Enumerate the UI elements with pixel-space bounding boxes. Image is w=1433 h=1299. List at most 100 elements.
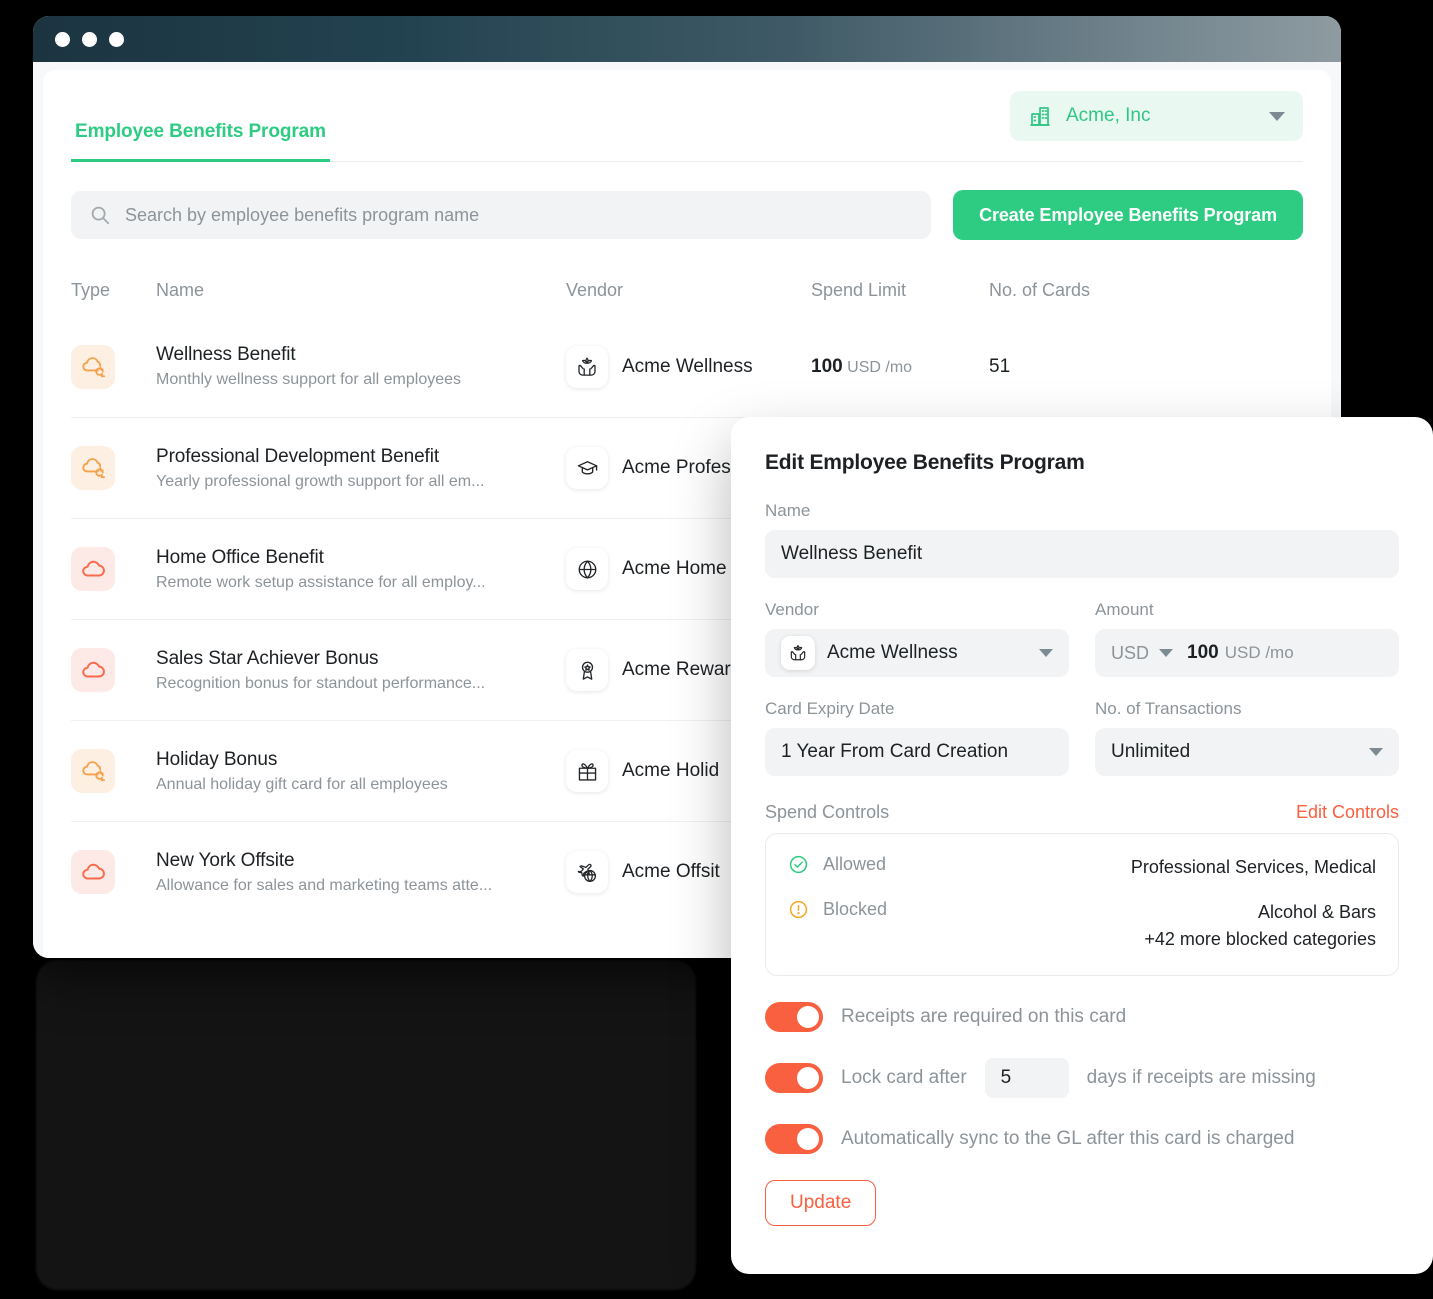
graduation-cap-icon <box>566 447 608 489</box>
org-selector[interactable]: Acme, Inc <box>1010 91 1303 141</box>
cloud-icon <box>71 547 115 591</box>
cloud-icon <box>71 850 115 894</box>
chevron-down-icon <box>1269 111 1285 121</box>
vendor-field-group: Vendor Acme Wellness <box>765 600 1069 677</box>
edit-employee-benefits-program-dialog: Edit Employee Benefits Program Name Well… <box>731 417 1433 1274</box>
search-input[interactable]: Search by employee benefits program name <box>71 191 932 239</box>
row-spend-amount: 100 <box>811 355 843 377</box>
card-expiry-input[interactable]: 1 Year From Card Creation <box>765 728 1069 776</box>
row-name: Holiday Bonus <box>156 748 278 770</box>
receipts-required-toggle[interactable] <box>765 1002 823 1032</box>
search-icon <box>89 204 111 226</box>
lock-card-row: Lock card after 5 days if receipts are m… <box>765 1058 1399 1098</box>
tab-bar: Employee Benefits Program Acme, Inc <box>71 70 1303 162</box>
row-type-cell <box>71 344 156 389</box>
globe-icon <box>566 548 608 590</box>
building-icon <box>1028 104 1052 128</box>
row-spend-unit: USD /mo <box>847 358 913 376</box>
lock-days-input[interactable]: 5 <box>984 1058 1069 1098</box>
chevron-down-icon <box>1369 748 1383 756</box>
row-type-cell <box>71 850 156 894</box>
row-name-cell: Holiday Bonus Annual holiday gift card f… <box>156 749 566 794</box>
allowed-value: Professional Services, Medical <box>1130 857 1376 877</box>
auto-sync-gl-row: Automatically sync to the GL after this … <box>765 1124 1399 1154</box>
minimize-icon[interactable] <box>82 31 97 47</box>
receipts-required-row: Receipts are required on this card <box>765 1002 1399 1032</box>
row-vendor-name: Acme Holid <box>622 760 720 781</box>
name-input[interactable]: Wellness Benefit <box>765 530 1399 578</box>
row-name-cell: New York Offsite Allowance for sales and… <box>156 850 566 895</box>
no-of-transactions-select[interactable]: Unlimited <box>1095 728 1399 776</box>
search-placeholder: Search by employee benefits program name <box>125 204 480 225</box>
row-type-cell <box>71 648 156 692</box>
blocked-label: Blocked <box>823 899 888 919</box>
update-button[interactable]: Update <box>765 1180 877 1226</box>
receipts-required-label: Receipts are required on this card <box>841 1006 1127 1027</box>
org-selector-label: Acme, Inc <box>1066 105 1151 126</box>
transactions-field-group: No. of Transactions Unlimited <box>1095 699 1399 776</box>
column-header-no-of-cards: No. of Cards <box>989 279 1091 300</box>
window-drop-shadow <box>36 960 696 1290</box>
name-field-group: Name Wellness Benefit <box>765 501 1399 578</box>
edit-controls-link[interactable]: Edit Controls <box>1296 802 1399 823</box>
allowed-row: Allowed Professional Services, Medical <box>788 854 1376 881</box>
card-expiry-field-group: Card Expiry Date 1 Year From Card Creati… <box>765 699 1069 776</box>
row-cards-count: 51 <box>989 355 1011 377</box>
amount-input[interactable]: USD 100 USD /mo <box>1095 629 1399 677</box>
row-spend-limit-cell: 100 USD /mo <box>811 356 989 378</box>
table-row[interactable]: Wellness Benefit Monthly wellness suppor… <box>71 316 1303 417</box>
row-name: New York Offsite <box>156 849 295 871</box>
row-description: Annual holiday gift card for all employe… <box>156 775 448 793</box>
row-description: Allowance for sales and marketing teams … <box>156 876 493 894</box>
no-of-transactions-value: Unlimited <box>1111 741 1191 762</box>
row-description: Remote work setup assistance for all emp… <box>156 573 486 591</box>
chevron-down-icon[interactable] <box>1159 649 1174 657</box>
vendor-field-label: Vendor <box>765 600 819 619</box>
cloud-recurring-icon <box>71 749 115 793</box>
column-header-type: Type <box>71 279 111 300</box>
row-name: Professional Development Benefit <box>156 445 440 467</box>
blocked-value: Alcohol & Bars <box>1257 902 1376 922</box>
column-header-vendor: Vendor <box>566 279 624 300</box>
lock-card-toggle[interactable] <box>765 1063 823 1093</box>
plane-globe-icon <box>566 851 608 893</box>
row-vendor-name: Acme Home <box>622 558 727 579</box>
maximize-icon[interactable] <box>109 31 124 47</box>
amount-field-label: Amount <box>1095 600 1154 619</box>
row-description: Recognition bonus for standout performan… <box>156 674 486 692</box>
amount-value: 100 <box>1187 642 1219 663</box>
currency-select-value: USD <box>1111 642 1150 663</box>
row-name-cell: Professional Development Benefit Yearly … <box>156 446 566 491</box>
row-vendor-name: Acme Rewar <box>622 659 731 680</box>
auto-sync-gl-label: Automatically sync to the GL after this … <box>841 1128 1295 1149</box>
no-of-transactions-label: No. of Transactions <box>1095 699 1242 718</box>
row-name-cell: Sales Star Achiever Bonus Recognition bo… <box>156 648 566 693</box>
lotus-in-hands-icon <box>781 636 815 670</box>
amount-field-group: Amount USD 100 USD /mo <box>1095 600 1399 677</box>
auto-sync-gl-toggle[interactable] <box>765 1124 823 1154</box>
tab-employee-benefits-program[interactable]: Employee Benefits Program <box>71 121 330 162</box>
blocked-value-group: Alcohol & Bars +42 more blocked categori… <box>1144 899 1376 953</box>
cloud-recurring-icon <box>71 446 115 490</box>
dialog-title: Edit Employee Benefits Program <box>765 451 1085 474</box>
blocked-more-count: +42 more blocked categories <box>1144 929 1376 949</box>
row-vendor-cell: Acme Wellness <box>566 345 811 388</box>
lock-card-label-after: days if receipts are missing <box>1086 1067 1316 1088</box>
screenshot-stage: Employee Benefits Program Acme, Inc Sear… <box>0 0 1433 1299</box>
allowed-label: Allowed <box>823 854 887 874</box>
row-name: Wellness Benefit <box>156 344 296 365</box>
column-header-spend-limit: Spend Limit <box>811 279 907 300</box>
vendor-select[interactable]: Acme Wellness <box>765 629 1069 677</box>
gift-icon <box>566 750 608 792</box>
close-icon[interactable] <box>55 31 70 47</box>
create-employee-benefits-program-button[interactable]: Create Employee Benefits Program <box>953 190 1303 240</box>
vendor-amount-row: Vendor Acme Wellness Amount USD 100 USD … <box>765 600 1399 677</box>
table-header: Type Name Vendor Spend Limit No. of Card… <box>71 240 1303 316</box>
spend-controls-panel: Allowed Professional Services, Medical B… <box>765 833 1399 976</box>
row-description: Yearly professional growth support for a… <box>156 472 485 490</box>
toolbar: Search by employee benefits program name… <box>71 162 1303 240</box>
row-name: Sales Star Achiever Bonus <box>156 647 379 669</box>
cloud-recurring-icon <box>71 344 115 389</box>
cloud-icon <box>71 648 115 692</box>
row-vendor-name: Acme Wellness <box>622 355 753 377</box>
